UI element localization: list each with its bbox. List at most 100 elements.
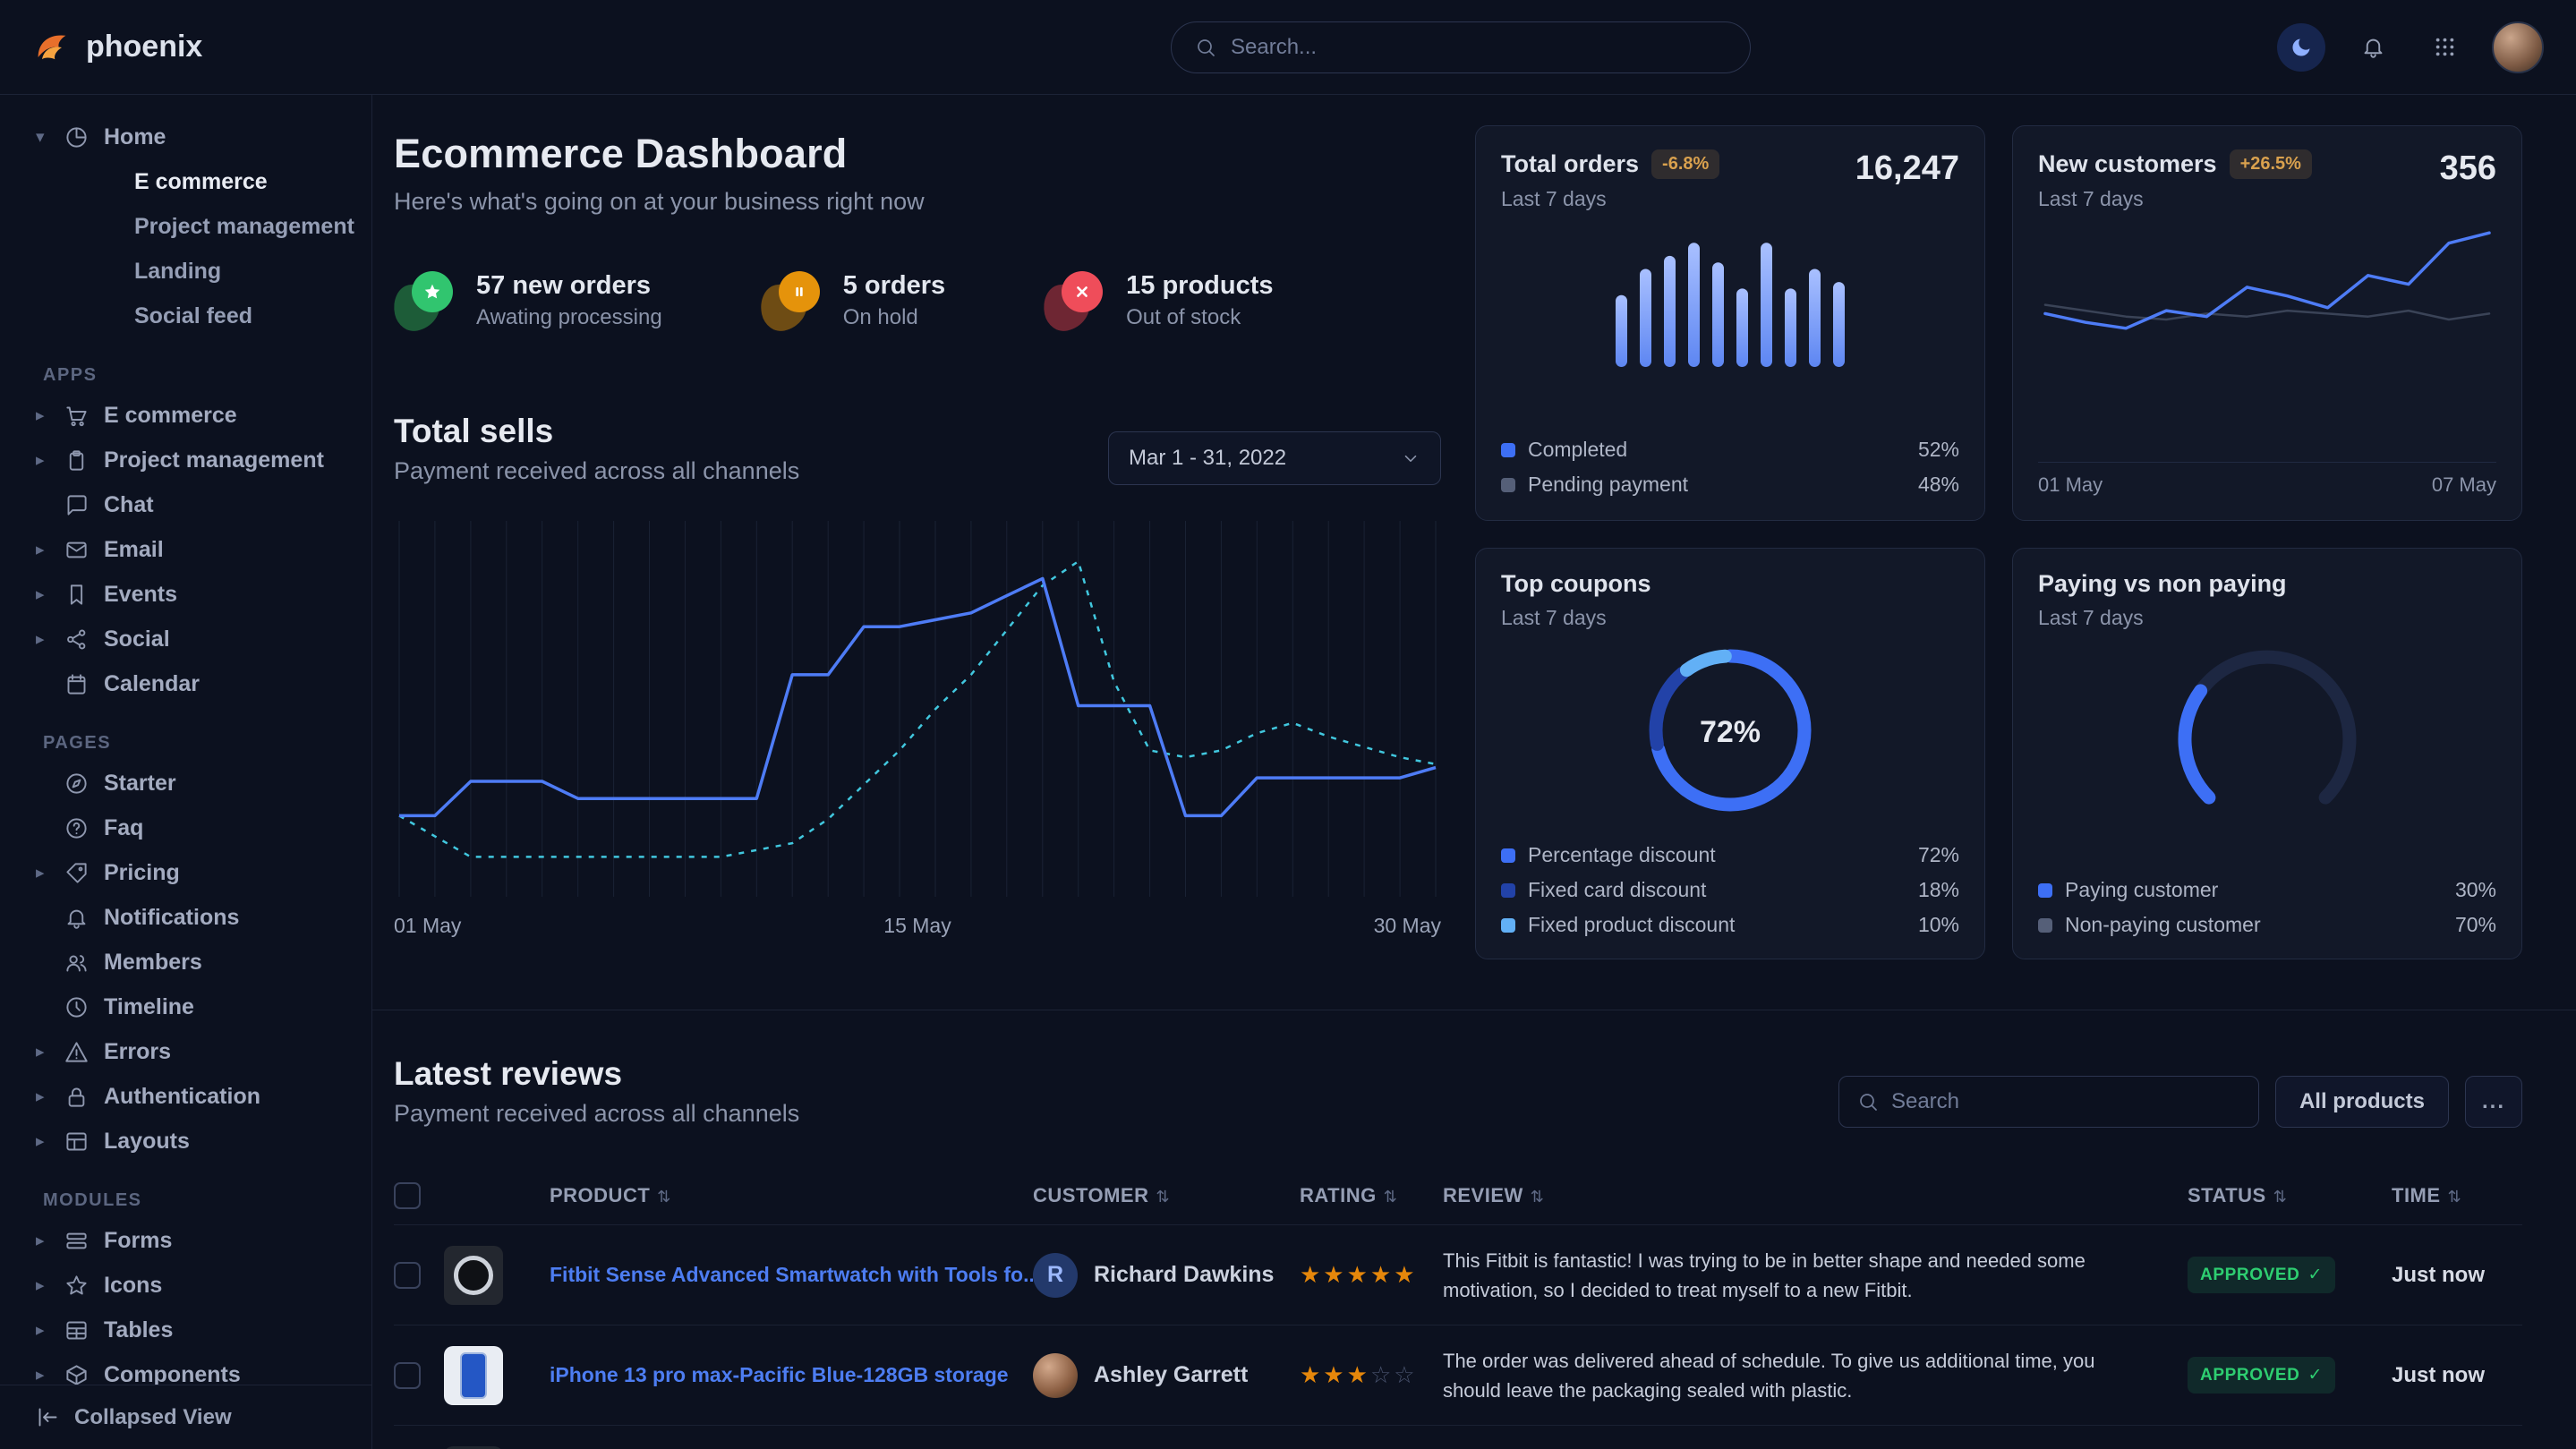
reviews-search-input[interactable] [1891, 1089, 2240, 1114]
brand[interactable]: phoenix [32, 28, 202, 67]
total-sells-subtitle: Payment received across all channels [394, 457, 799, 485]
latest-reviews-title: Latest reviews [394, 1055, 799, 1093]
sidebar-item-email[interactable]: ▸Email [0, 527, 371, 572]
tag-icon [64, 861, 104, 885]
sidebar-item-landing[interactable]: Landing [0, 249, 371, 294]
stat-icon-on-hold [761, 271, 820, 330]
check-icon: ✓ [2307, 1365, 2323, 1385]
total-orders-value: 16,247 [1855, 149, 1959, 188]
rating-stars: ★★★★★ [1300, 1261, 1443, 1289]
chevron-right-icon: ▸ [36, 1275, 64, 1296]
global-search[interactable] [1171, 21, 1751, 73]
product-thumbnail[interactable] [444, 1346, 503, 1405]
card-paying-vs-non-paying: Paying vs non paying Last 7 days Paying … [2012, 548, 2522, 959]
select-all-checkbox[interactable] [394, 1182, 421, 1209]
total-sells-title: Total sells [394, 413, 799, 450]
product-link[interactable]: Fitbit Sense Advanced Smartwatch with To… [550, 1263, 1033, 1287]
chevron-right-icon: ▸ [36, 405, 64, 426]
product-thumbnail[interactable] [444, 1246, 503, 1305]
customer-name: Ashley Garrett [1094, 1362, 1248, 1388]
new-customers-x-axis: 01 May 07 May [2038, 462, 2496, 497]
sidebar-item-project-management-dashboard[interactable]: Project management [0, 204, 371, 249]
clipboard-icon [64, 448, 104, 473]
chevron-right-icon: ▸ [36, 1320, 64, 1341]
date-range-select[interactable]: Mar 1 - 31, 2022 [1108, 431, 1441, 485]
sidebar-item-timeline[interactable]: ▸Timeline [0, 984, 371, 1029]
sidebar-item-forms[interactable]: ▸Forms [0, 1218, 371, 1263]
chevron-right-icon: ▸ [36, 863, 64, 883]
collapse-sidebar-button[interactable]: Collapsed View [0, 1385, 371, 1449]
chat-icon [64, 493, 104, 517]
chevron-right-icon: ▸ [36, 1131, 64, 1152]
sidebar-item-layouts[interactable]: ▸Layouts [0, 1119, 371, 1163]
search-icon [1195, 37, 1216, 58]
reviews-toolbar: All products ... [1838, 1076, 2522, 1128]
customer-avatar: R [1033, 1253, 1078, 1298]
more-options-button[interactable]: ... [2465, 1076, 2522, 1128]
sidebar-item-ecommerce-app[interactable]: ▸E commerce [0, 393, 371, 438]
chevron-right-icon: ▸ [36, 584, 64, 605]
sidebar-item-tables[interactable]: ▸Tables [0, 1308, 371, 1352]
all-products-button[interactable]: All products [2275, 1076, 2449, 1128]
sidebar-item-icons[interactable]: ▸Icons [0, 1263, 371, 1308]
review-text: This Fitbit is fantastic! I was trying t… [1443, 1246, 2188, 1305]
sidebar-item-starter[interactable]: ▸Starter [0, 761, 371, 805]
stat-new-orders: 57 new ordersAwating processing [394, 271, 662, 330]
layout-icon [64, 1129, 104, 1154]
total-sells-line-chart [394, 521, 1441, 897]
product-thumbnail[interactable] [444, 1446, 503, 1449]
legend-item: Percentage discount72% [1501, 843, 1959, 867]
sort-icon[interactable]: ⇅ [2273, 1188, 2288, 1206]
sort-icon[interactable]: ⇅ [657, 1188, 671, 1206]
apps-grid-button[interactable] [2420, 23, 2469, 72]
notifications-button[interactable] [2349, 23, 2397, 72]
sidebar-item-events[interactable]: ▸Events [0, 572, 371, 617]
sidebar-item-social[interactable]: ▸Social [0, 617, 371, 661]
card-new-customers: New customers +26.5% Last 7 days 356 01 … [2012, 125, 2522, 521]
sidebar-item-authentication[interactable]: ▸Authentication [0, 1074, 371, 1119]
stat-icon-new-orders [394, 271, 453, 330]
sidebar-item-pricing[interactable]: ▸Pricing [0, 850, 371, 895]
sidebar-item-errors[interactable]: ▸Errors [0, 1029, 371, 1074]
reviews-search[interactable] [1838, 1076, 2259, 1128]
sort-icon[interactable]: ⇅ [2448, 1188, 2462, 1206]
row-checkbox[interactable] [394, 1362, 421, 1389]
chevron-right-icon: ▸ [36, 629, 64, 650]
app-root: phoenix ▾ Home E commerce Project manage… [0, 0, 2576, 1449]
stat-out-of-stock: 15 productsOut of stock [1044, 271, 1273, 330]
latest-reviews-section: Latest reviews Payment received across a… [372, 1010, 2576, 1449]
card-title: New customers [2038, 150, 2217, 178]
sidebar: ▾ Home E commerce Project management Lan… [0, 95, 372, 1449]
sort-icon[interactable]: ⇅ [1384, 1188, 1398, 1206]
search-input[interactable] [1231, 35, 1727, 60]
sidebar-item-calendar[interactable]: ▸Calendar [0, 661, 371, 706]
product-link[interactable]: iPhone 13 pro max-Pacific Blue-128GB sto… [550, 1363, 1033, 1387]
sidebar-item-project-management-app[interactable]: ▸Project management [0, 438, 371, 482]
sidebar-item-home[interactable]: ▾ Home [0, 115, 371, 159]
page-subtitle: Here's what's going on at your business … [394, 188, 1441, 216]
status-badge: APPROVED✓ [2188, 1357, 2335, 1394]
sidebar-item-members[interactable]: ▸Members [0, 940, 371, 984]
sidebar-item-social-feed[interactable]: Social feed [0, 294, 371, 338]
sort-icon[interactable]: ⇅ [1156, 1188, 1171, 1206]
total-sells-chart: 01 May 15 May 30 May [394, 521, 1441, 938]
legend-item: Non-paying customer70% [2038, 913, 2496, 937]
legend-item: Fixed card discount18% [1501, 878, 1959, 902]
row-checkbox[interactable] [394, 1262, 421, 1289]
user-avatar[interactable] [2492, 21, 2544, 73]
card-title: Total orders [1501, 150, 1639, 178]
sidebar-item-faq[interactable]: ▸Faq [0, 805, 371, 850]
theme-toggle-button[interactable] [2277, 23, 2325, 72]
topbar: phoenix [0, 0, 2576, 95]
rating-stars: ★★★☆☆ [1300, 1361, 1443, 1389]
share-icon [64, 627, 104, 652]
sort-icon[interactable]: ⇅ [1531, 1188, 1545, 1206]
sidebar-item-chat[interactable]: ▸Chat [0, 482, 371, 527]
legend-item: Completed52% [1501, 438, 1959, 462]
new-customers-line-chart [2038, 218, 2496, 379]
sidebar-item-notifications[interactable]: ▸Notifications [0, 895, 371, 940]
legend-item: Paying customer30% [2038, 878, 2496, 902]
topbar-actions [2277, 21, 2544, 73]
sidebar-item-e-commerce-dashboard[interactable]: E commerce [0, 159, 371, 204]
clock-icon [64, 995, 104, 1019]
